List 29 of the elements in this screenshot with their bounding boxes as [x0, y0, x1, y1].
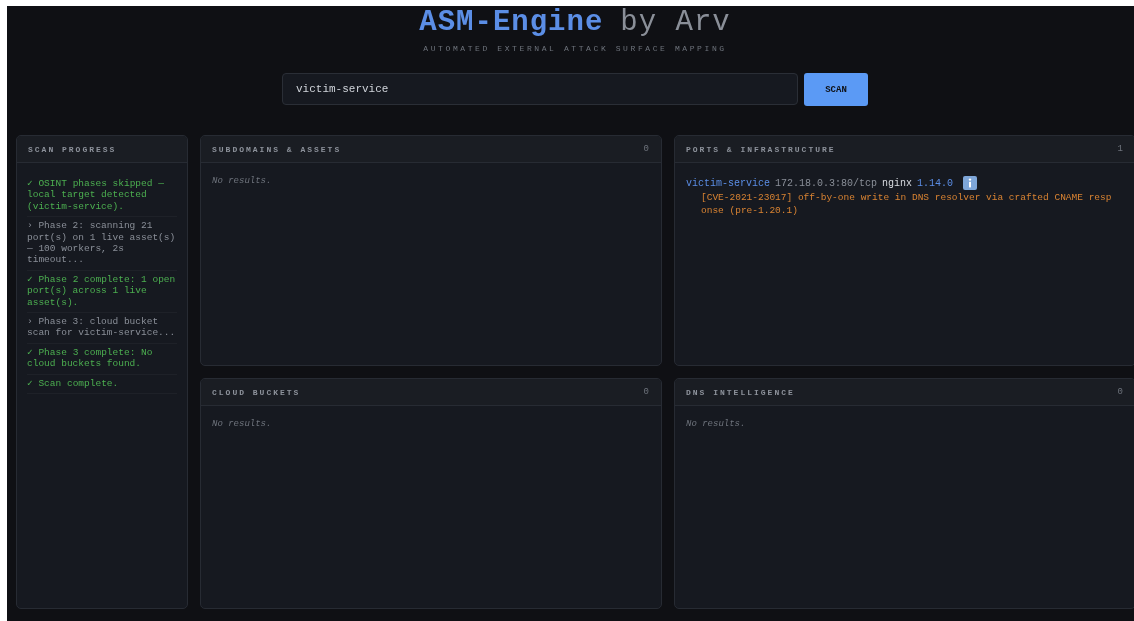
log-entry: › Phase 2: scanning 21 port(s) on 1 live asset(s) — 100 workers, 2s timeout...: [27, 217, 177, 271]
app-title: ASM-Engine: [419, 6, 604, 40]
result-count: 0: [1117, 387, 1123, 397]
log-entry: ✓ Scan complete.: [27, 374, 177, 395]
panel-title: DNS INTELLIGENCE: [686, 387, 795, 397]
result-count: 0: [643, 387, 649, 397]
service-version: 1.14.0: [917, 177, 954, 189]
info-icon[interactable]: [963, 176, 978, 190]
log-entry: ✓ OSINT phases skipped — local target detected (victim-service).: [27, 175, 177, 218]
app-title-suffix: by Arv: [620, 6, 731, 40]
vulnerability-text: [CVE-2021-23017] off-by-one write in DNS resolver via crafted CNAME response (pre-1.20.1): [700, 191, 1113, 217]
result-count: 1: [1117, 144, 1123, 154]
panel-title: SCAN PROGRESS: [28, 144, 117, 154]
log-entry: ✓ Phase 3 complete: No cloud buckets found.: [27, 343, 177, 375]
host-name: victim-service: [686, 177, 770, 189]
empty-message: No results.: [212, 419, 273, 429]
port-address: 172.18.0.3:80/tcp: [775, 177, 878, 189]
panel-title: PORTS & INFRASTRUCTURE: [686, 144, 836, 154]
subtitle: AUTOMATED EXTERNAL ATTACK SURFACE MAPPING: [423, 44, 727, 53]
result-count: 0: [643, 144, 649, 154]
panel-title: SUBDOMAINS & ASSETS: [212, 144, 342, 154]
service-name: nginx: [882, 177, 913, 189]
log-entry: › Phase 3: cloud bucket scan for victim-service...: [27, 313, 177, 344]
panel-title: CLOUD BUCKETS: [212, 387, 301, 397]
scan-button[interactable]: SCAN: [804, 73, 868, 106]
target-input-field[interactable]: victim-service: [282, 73, 798, 105]
empty-message: No results.: [686, 419, 747, 429]
log-entry: ✓ Phase 2 complete: 1 open port(s) across 1 live asset(s).: [27, 270, 177, 314]
empty-message: No results.: [212, 176, 273, 186]
